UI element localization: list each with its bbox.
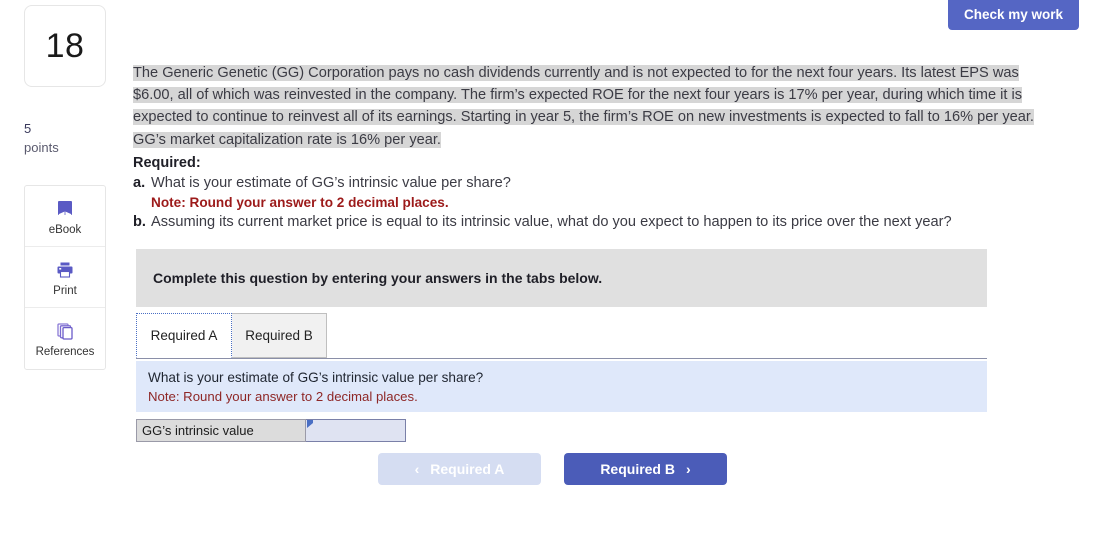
points-display: 5 points	[24, 120, 59, 158]
prev-required-a-button[interactable]: ‹ Required A	[378, 453, 541, 485]
required-part-a: a. What is your estimate of GG’s intrins…	[133, 173, 1033, 194]
answer-input-cell[interactable]	[306, 419, 406, 442]
print-label: Print	[53, 284, 77, 297]
instruction-text: Complete this question by entering your …	[153, 270, 603, 286]
question-number-box: 18	[24, 5, 106, 87]
part-a-note: Note: Round your answer to 2 decimal pla…	[151, 195, 449, 211]
references-button[interactable]: References	[25, 308, 105, 369]
intrinsic-value-input[interactable]	[306, 420, 405, 441]
part-a-text: What is your estimate of GG’s intrinsic …	[151, 175, 511, 191]
tab-required-a[interactable]: Required A	[136, 313, 232, 358]
references-label: References	[35, 346, 95, 358]
tab-required-b-label: Required B	[245, 328, 313, 343]
tab-note-text: Note: Round your answer to 2 decimal pla…	[148, 388, 418, 404]
question-stem-text: The Generic Genetic (GG) Corporation pay…	[133, 65, 1034, 148]
ebook-label: eBook	[48, 223, 82, 236]
next-button-label: Required B	[600, 461, 675, 477]
required-block: Required: a. What is your estimate of GG…	[133, 155, 1033, 233]
question-number: 18	[45, 26, 85, 65]
question-page: 18 5 points eBook Print References Check…	[0, 0, 1119, 543]
tab-strip: Required A Required B	[136, 313, 987, 359]
part-b-letter: b.	[133, 214, 146, 231]
cell-marker-icon	[307, 420, 313, 428]
prev-button-label: Required A	[430, 461, 505, 477]
book-icon	[54, 197, 76, 221]
answer-table: GG’s intrinsic value	[136, 419, 406, 442]
required-heading: Required:	[133, 155, 201, 171]
tab-navigation: ‹ Required A Required B ›	[378, 453, 727, 485]
instruction-banner: Complete this question by entering your …	[136, 249, 987, 307]
next-required-b-button[interactable]: Required B ›	[564, 453, 727, 485]
answer-row-label: GG’s intrinsic value	[136, 419, 306, 442]
question-stem: The Generic Genetic (GG) Corporation pay…	[133, 62, 1053, 151]
points-label: points	[24, 139, 59, 155]
tool-panel: eBook Print References	[24, 185, 106, 370]
chevron-left-icon: ‹	[414, 461, 420, 477]
copy-pages-icon	[54, 319, 76, 343]
ebook-button[interactable]: eBook	[25, 186, 105, 247]
tab-required-b[interactable]: Required B	[231, 313, 327, 358]
tab-question-text: What is your estimate of GG’s intrinsic …	[148, 370, 484, 385]
chevron-right-icon: ›	[686, 461, 691, 477]
tab-info-panel: What is your estimate of GG’s intrinsic …	[136, 361, 987, 412]
question-sidebar: 18 5 points eBook Print References	[0, 0, 130, 543]
print-button[interactable]: Print	[25, 247, 105, 308]
tab-required-a-label: Required A	[150, 328, 218, 343]
required-part-b: b. Assuming its current market price is …	[133, 212, 1033, 233]
part-b-text: Assuming its current market price is equ…	[151, 214, 952, 231]
part-a-letter: a.	[133, 175, 146, 191]
points-value: 5	[24, 121, 32, 136]
check-my-work-button[interactable]: Check my work	[947, 0, 1079, 30]
printer-icon	[54, 258, 76, 282]
